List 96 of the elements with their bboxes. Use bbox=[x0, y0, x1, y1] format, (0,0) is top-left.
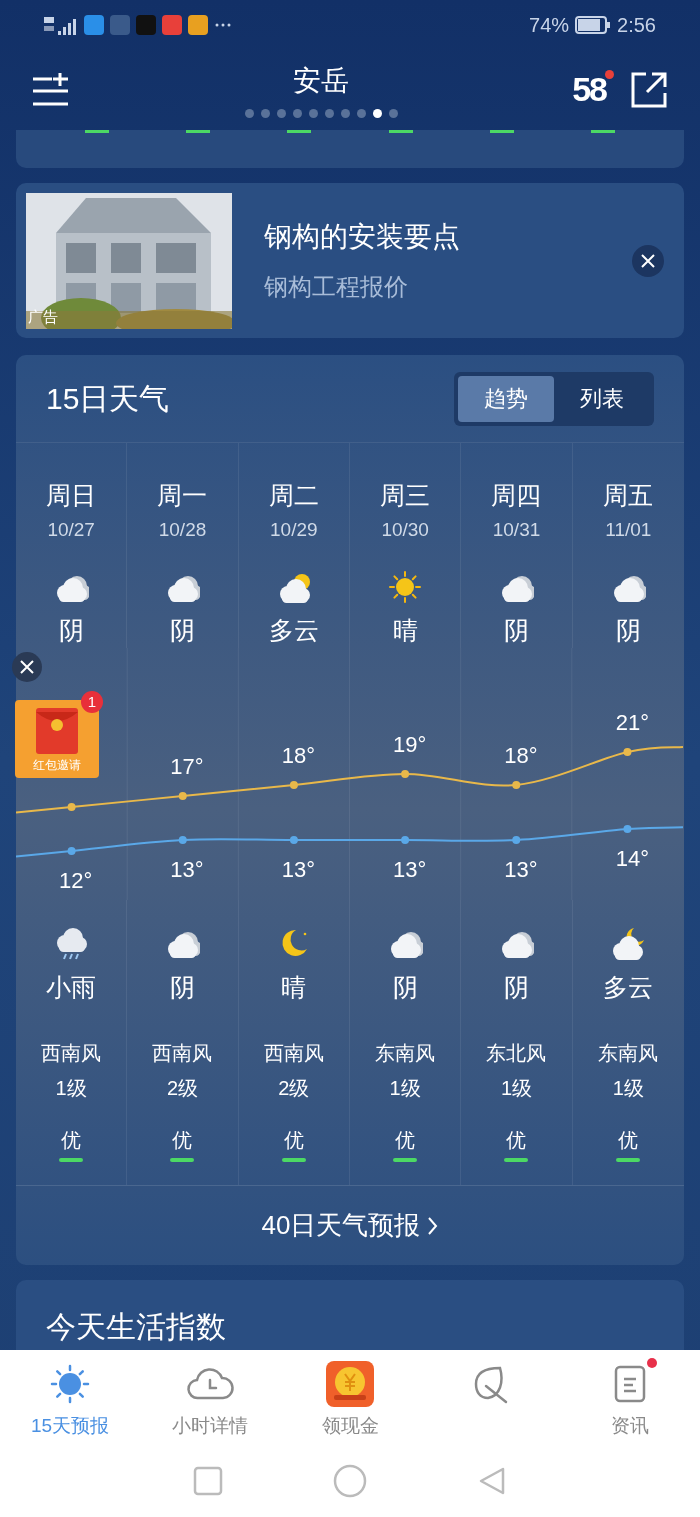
weekday: 周一 bbox=[157, 480, 208, 511]
wind-direction: 东北风 bbox=[486, 1041, 547, 1066]
weekday: 周四 bbox=[491, 480, 542, 511]
wind-level: 2级 bbox=[166, 1076, 199, 1101]
aqi-bar bbox=[489, 130, 514, 133]
weekday: 周日 bbox=[46, 480, 97, 511]
battery-percent: 74% bbox=[529, 13, 570, 38]
air-quality: 优 bbox=[395, 1128, 416, 1153]
aqi-bar bbox=[287, 130, 312, 133]
date: 10/30 bbox=[381, 518, 429, 542]
wind-level: 1级 bbox=[500, 1076, 533, 1101]
low-temperature: 13° bbox=[169, 856, 205, 884]
view-tab[interactable]: 列表 bbox=[554, 375, 650, 422]
aqi-bar bbox=[59, 1158, 84, 1162]
cloud-clock-icon bbox=[186, 1366, 234, 1402]
aqi-bar bbox=[388, 130, 413, 133]
nav-tab[interactable]: 资讯 bbox=[560, 1360, 700, 1444]
date: 11/01 bbox=[605, 518, 652, 542]
air-quality: 优 bbox=[618, 1128, 639, 1153]
forecast-40-day-link[interactable]: 40日天气预报 bbox=[261, 1206, 439, 1245]
signal-icon bbox=[44, 15, 78, 35]
ad-subtitle: 钢构工程报价 bbox=[264, 271, 409, 302]
aqi-bar bbox=[591, 130, 616, 133]
nav-tab[interactable]: 领现金 bbox=[280, 1360, 420, 1444]
wind-level: 1级 bbox=[612, 1076, 644, 1101]
condition: 晴 bbox=[392, 615, 418, 646]
close-button[interactable] bbox=[632, 244, 664, 277]
condition: 阴 bbox=[170, 972, 195, 1003]
condition: 晴 bbox=[281, 972, 307, 1003]
section-title: 15日天气 bbox=[46, 381, 170, 417]
condition: 多云 bbox=[603, 972, 654, 1003]
wind-direction: 西南风 bbox=[41, 1041, 102, 1066]
low-temperature: 13° bbox=[503, 856, 539, 884]
view-tab[interactable]: 趋势 bbox=[458, 375, 554, 422]
chevron-right-icon bbox=[428, 1216, 439, 1235]
sun-icon bbox=[50, 1364, 90, 1404]
aqi-bar bbox=[170, 1158, 195, 1162]
date: 10/28 bbox=[158, 518, 207, 542]
date: 10/27 bbox=[47, 518, 95, 542]
wind-direction: 东南风 bbox=[375, 1041, 436, 1066]
wind-direction: 东南风 bbox=[598, 1041, 659, 1066]
low-temperature: 12° bbox=[58, 867, 94, 895]
aqi-bar bbox=[393, 1158, 418, 1162]
condition: 阴 bbox=[504, 972, 529, 1003]
weekday: 周三 bbox=[380, 480, 431, 511]
air-quality: 优 bbox=[172, 1128, 193, 1153]
document-icon bbox=[613, 1364, 647, 1404]
aqi-bar bbox=[84, 130, 109, 133]
condition: 阴 bbox=[615, 615, 641, 646]
condition: 阴 bbox=[170, 615, 195, 646]
nav-tab[interactable]: 小时详情 bbox=[140, 1360, 280, 1444]
battery-icon bbox=[575, 16, 612, 34]
coin-icon bbox=[326, 1361, 374, 1407]
high-temperature: 18° bbox=[503, 742, 539, 770]
city-title: 安岳 bbox=[293, 63, 350, 98]
high-temperature: 17° bbox=[169, 753, 205, 781]
aqi-bar bbox=[616, 1158, 641, 1162]
envelope-icon bbox=[36, 708, 78, 754]
condition: 阴 bbox=[58, 615, 84, 646]
add-city-menu-icon[interactable] bbox=[32, 73, 70, 107]
weekday: 周二 bbox=[268, 480, 319, 511]
wind-level: 1级 bbox=[389, 1076, 421, 1101]
nav-tab[interactable]: 15天预报 bbox=[0, 1360, 140, 1444]
share-icon[interactable] bbox=[630, 71, 668, 109]
wind-direction: 西南风 bbox=[152, 1041, 213, 1066]
close-button[interactable] bbox=[12, 652, 42, 682]
low-temperature: 13° bbox=[280, 856, 316, 884]
high-temperature: 19° bbox=[392, 731, 428, 759]
low-temperature: 14° bbox=[614, 845, 650, 873]
date: 10/29 bbox=[270, 518, 318, 542]
wind-level: 1级 bbox=[55, 1076, 87, 1101]
ad-tag: 广告 bbox=[28, 306, 58, 329]
aqi-bar bbox=[504, 1158, 529, 1162]
close-icon bbox=[641, 253, 655, 268]
close-icon bbox=[20, 660, 34, 674]
aqi-bar bbox=[186, 130, 210, 133]
air-quality: 优 bbox=[506, 1128, 527, 1153]
wind-direction: 西南风 bbox=[263, 1041, 324, 1066]
condition: 阴 bbox=[392, 972, 418, 1003]
section-title: 今天生活指数 bbox=[46, 1310, 226, 1343]
clock-time: 2:56 bbox=[617, 13, 656, 38]
aqi-bar bbox=[281, 1158, 306, 1162]
date: 10/31 bbox=[492, 518, 541, 542]
more-icon bbox=[214, 22, 232, 28]
condition: 阴 bbox=[504, 615, 529, 646]
low-temperature: 13° bbox=[392, 856, 428, 884]
weekday: 周五 bbox=[603, 480, 654, 511]
wind-level: 2级 bbox=[278, 1076, 310, 1101]
app-logo[interactable]: 58 bbox=[572, 70, 606, 108]
condition: 多云 bbox=[268, 615, 319, 646]
condition: 小雨 bbox=[46, 972, 97, 1003]
air-quality: 优 bbox=[283, 1128, 304, 1153]
high-temperature: 21° bbox=[614, 709, 650, 737]
high-temperature: 18° bbox=[280, 742, 316, 770]
air-quality: 优 bbox=[61, 1128, 82, 1153]
ad-title: 钢构的安装要点 bbox=[264, 219, 461, 254]
